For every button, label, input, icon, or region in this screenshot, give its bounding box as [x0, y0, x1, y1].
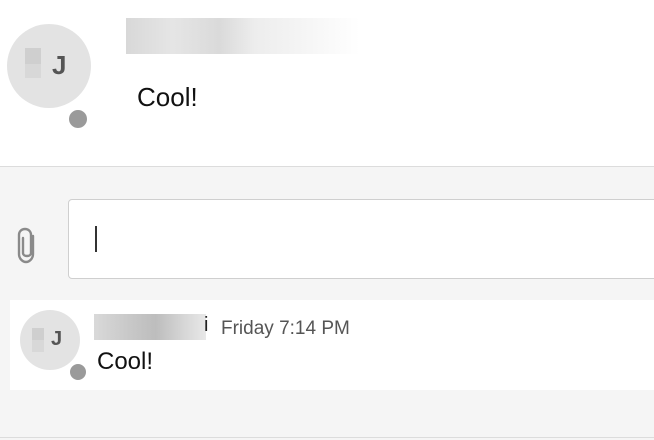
avatar-initial: J: [52, 50, 67, 80]
message-input[interactable]: [68, 199, 654, 279]
message-item: J Cool!: [0, 0, 654, 167]
sender-name-redacted: [94, 314, 206, 340]
message-text: Cool!: [97, 348, 154, 375]
avatar-blur: [25, 48, 41, 64]
sender-name-tail: i: [204, 314, 209, 336]
paperclip-icon[interactable]: [13, 226, 43, 266]
avatar-blur: [32, 340, 44, 352]
avatar[interactable]: J: [7, 24, 91, 132]
avatar-initial: J: [51, 328, 63, 350]
status-indicator-icon: [65, 106, 91, 132]
divider: [0, 437, 654, 438]
sender-name-redacted: [126, 18, 360, 54]
avatar-blur: [32, 328, 44, 340]
text-caret: [95, 226, 97, 252]
avatar[interactable]: J: [20, 310, 89, 383]
message-preview[interactable]: J i Friday 7:14 PM Cool!: [10, 300, 654, 390]
avatar-blur: [25, 64, 41, 78]
status-indicator-icon: [67, 361, 89, 383]
timestamp: Friday 7:14 PM: [221, 318, 350, 339]
message-text: Cool!: [137, 82, 198, 112]
